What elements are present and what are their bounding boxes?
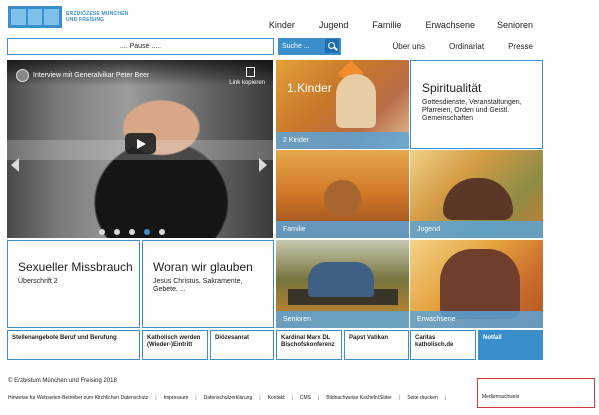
footer-link-kontakt[interactable]: Kontakt — [268, 395, 285, 401]
box-kardinal-marx[interactable]: Kardinal Marx DL Bischofskonferenz — [276, 330, 342, 360]
copy-link-icon[interactable] — [246, 67, 255, 77]
tile-erwachsene-label: Erwachsene — [410, 311, 543, 328]
slider-prev-icon[interactable] — [11, 158, 19, 172]
footer-link-seite-drucken[interactable]: Seite drucken — [407, 395, 438, 401]
box-papst-vatikan[interactable]: Papst Vatikan — [344, 330, 409, 360]
tile-familie[interactable]: Familie — [276, 150, 409, 238]
footer-links: Hinweise für Webseiten-Betreiber zum Kir… — [8, 395, 447, 401]
slider-next-icon[interactable] — [259, 158, 267, 172]
slider-dot[interactable] — [129, 229, 135, 235]
logo-text: ERZDIÖZESE MÜNCHEN UND FREISING — [66, 11, 129, 23]
slider-dot[interactable] — [114, 229, 120, 235]
slider-dot[interactable] — [159, 229, 165, 235]
tile-kinder-title: 1.Kinder — [287, 81, 332, 95]
tile-spiritualitaet-title: Spiritualität — [422, 81, 482, 95]
tile-kinder-label: 2 Kinder — [276, 132, 409, 149]
slider-dot-active[interactable] — [144, 229, 150, 235]
pause-banner: .... Pause ..... — [7, 38, 274, 55]
tile-glauben[interactable]: Woran wir glauben Jesus Christus, Sakram… — [142, 240, 274, 328]
nav-presse[interactable]: Presse — [508, 42, 533, 51]
video-slider[interactable]: Interview mit Generalvikar Peter Beer Li… — [7, 60, 273, 238]
tile-kinder[interactable]: 1.Kinder 2 Kinder — [276, 60, 409, 149]
footer-link-bildnachweise[interactable]: Bildnachweise Kacheln/Slider — [326, 395, 392, 401]
tile-missbrauch-text: Überschrift 2 — [18, 278, 58, 285]
slider-dots — [99, 229, 165, 235]
nav-kinder[interactable]: Kinder — [269, 20, 295, 30]
tile-senioren-label: Senioren — [276, 311, 409, 328]
top-navigation: Kinder Jugend Familie Erwachsene Seniore… — [245, 20, 533, 30]
tile-erwachsene[interactable]: Erwachsene — [410, 240, 543, 328]
tile-glauben-title: Woran wir glauben — [153, 260, 253, 274]
tile-spiritualitaet[interactable]: Spiritualität Gottesdienste, Veranstaltu… — [410, 60, 543, 149]
tile-missbrauch[interactable]: Sexueller Missbrauch Überschrift 2 — [7, 240, 140, 328]
mediennachweis-highlight: Mediennachweis — [477, 378, 595, 408]
box-caritas[interactable]: Caritas katholisch.de — [410, 330, 476, 360]
footer-link-impressum[interactable]: Impressum — [164, 395, 189, 401]
footer-link-datenschutz-hinweise[interactable]: Hinweise für Webseiten-Betreiber zum Kir… — [8, 395, 148, 401]
video-title[interactable]: Interview mit Generalvikar Peter Beer — [33, 72, 149, 79]
tile-senioren[interactable]: Senioren — [276, 240, 409, 328]
secondary-navigation: Über uns Ordinariat Presse — [369, 42, 534, 51]
logo-mark-icon — [8, 6, 62, 28]
tile-missbrauch-title: Sexueller Missbrauch — [18, 260, 133, 274]
child-image — [336, 74, 376, 128]
adults-image — [440, 249, 520, 319]
box-katholisch-werden[interactable]: Katholisch werden (Wieder-)Eintritt — [142, 330, 208, 360]
tile-jugend[interactable]: Jugend — [410, 150, 543, 238]
channel-avatar — [16, 69, 29, 82]
tile-spiritualitaet-text: Gottesdienste, Veranstaltungen, Pfarreie… — [422, 99, 522, 122]
logo[interactable]: ERZDIÖZESE MÜNCHEN UND FREISING — [8, 6, 136, 28]
copy-link-button[interactable]: Link kopieren — [229, 80, 265, 86]
nav-ordinariat[interactable]: Ordinariat — [449, 42, 484, 51]
nav-jugend[interactable]: Jugend — [319, 20, 349, 30]
nav-familie[interactable]: Familie — [372, 20, 401, 30]
nav-erwachsene[interactable]: Erwachsene — [425, 20, 475, 30]
search-icon[interactable] — [325, 39, 339, 53]
search-label: Suche ... — [282, 43, 310, 50]
footer-link-datenschutzerklaerung[interactable]: Datenschutzerklärung — [204, 395, 253, 401]
box-dioezesanrat[interactable]: Diözesanrat — [210, 330, 274, 360]
nav-senioren[interactable]: Senioren — [497, 20, 533, 30]
box-notfall[interactable]: Notfall — [478, 330, 543, 360]
footer-link-mediennachweis[interactable]: Mediennachweis — [482, 394, 519, 400]
play-button[interactable] — [125, 133, 156, 154]
seniors-image — [308, 262, 374, 297]
family-image — [294, 174, 389, 219]
tile-jugend-label: Jugend — [410, 221, 543, 238]
nav-ueber-uns[interactable]: Über uns — [393, 42, 425, 51]
slider-dot[interactable] — [99, 229, 105, 235]
youth-image — [443, 178, 513, 220]
box-stellenangebote[interactable]: Stellenangebote Beruf und Berufung — [7, 330, 140, 360]
tile-glauben-text: Jesus Christus, Sakramente, Gebete, ... — [153, 278, 243, 293]
tile-familie-label: Familie — [276, 221, 409, 238]
footer-link-cms[interactable]: CMS — [300, 395, 311, 401]
search-input[interactable]: Suche ... — [278, 38, 341, 55]
copyright: © Erzbistum München und Freising 2018 — [8, 378, 117, 384]
